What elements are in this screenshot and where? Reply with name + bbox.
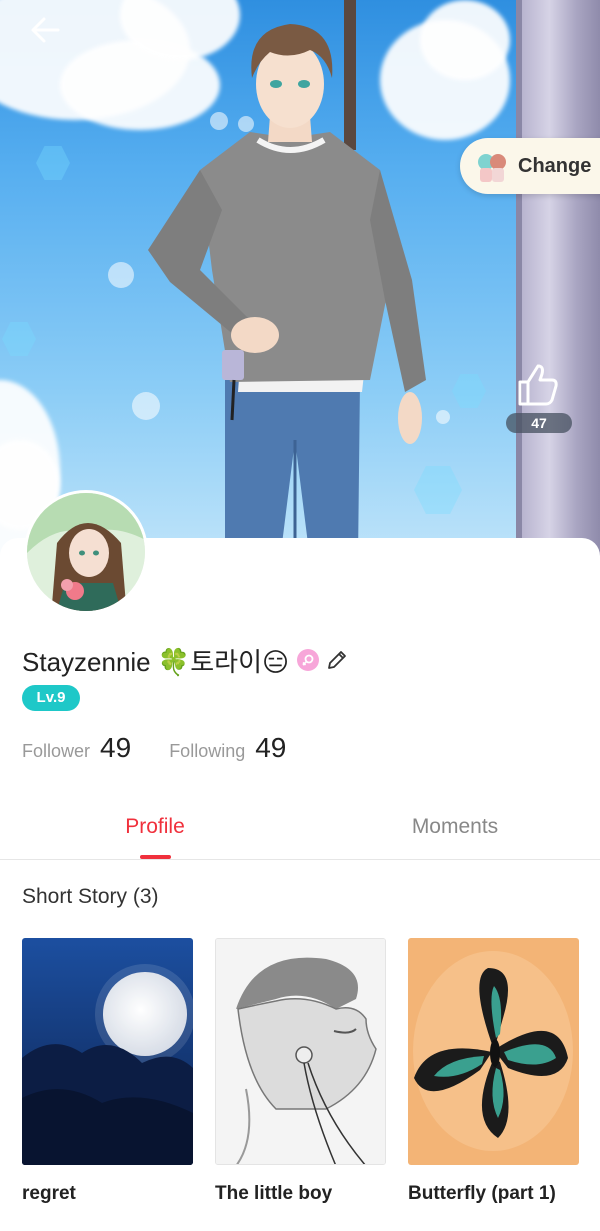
change-label: Change: [518, 154, 592, 177]
story-cover: [22, 938, 193, 1165]
story-title: The little boy: [215, 1183, 333, 1204]
following-label: Following: [169, 741, 246, 761]
story-title: regret: [22, 1183, 76, 1204]
background-pillar: [522, 0, 600, 560]
female-icon: [297, 649, 320, 671]
story-card[interactable]: The little boy: [215, 938, 386, 1205]
story-card[interactable]: Butterfly (part 1): [408, 938, 579, 1205]
follower-label: Follower: [22, 741, 91, 761]
tab-profile[interactable]: Profile: [5, 800, 305, 860]
tab-moments[interactable]: Moments: [305, 800, 600, 860]
username-row: Stayzennie 🍀토라이😑: [22, 640, 349, 680]
username: Stayzennie 🍀토라이😑: [22, 646, 290, 677]
follower-count: 49: [100, 732, 132, 763]
thumbs-up-icon: [518, 364, 558, 406]
follower-stat[interactable]: Follower 49: [22, 732, 131, 764]
profile-tabs: Profile Moments: [0, 800, 600, 860]
back-arrow-icon: [31, 17, 60, 43]
story-card[interactable]: regret: [22, 938, 193, 1205]
active-tab-indicator: [140, 855, 171, 859]
following-stat[interactable]: Following 49: [169, 732, 286, 764]
section-title: Short Story (3): [22, 885, 159, 908]
avatar[interactable]: [24, 490, 148, 614]
character-banner: Change 47: [0, 0, 600, 560]
character-illustration: [148, 24, 426, 560]
outfit-thumbnail-icon: [478, 154, 506, 182]
edit-pencil-icon[interactable]: [325, 648, 349, 672]
change-outfit-button[interactable]: Change: [460, 138, 600, 194]
like-count: 47: [506, 413, 572, 433]
story-title: Butterfly (part 1): [408, 1183, 556, 1204]
level-badge: Lv.9: [22, 685, 80, 711]
back-button[interactable]: [20, 10, 70, 50]
story-cover: [215, 938, 386, 1165]
follow-stats: Follower 49 Following 49: [22, 732, 324, 764]
story-cover: [408, 938, 579, 1165]
following-count: 49: [255, 732, 287, 763]
like-button[interactable]: [512, 362, 562, 408]
